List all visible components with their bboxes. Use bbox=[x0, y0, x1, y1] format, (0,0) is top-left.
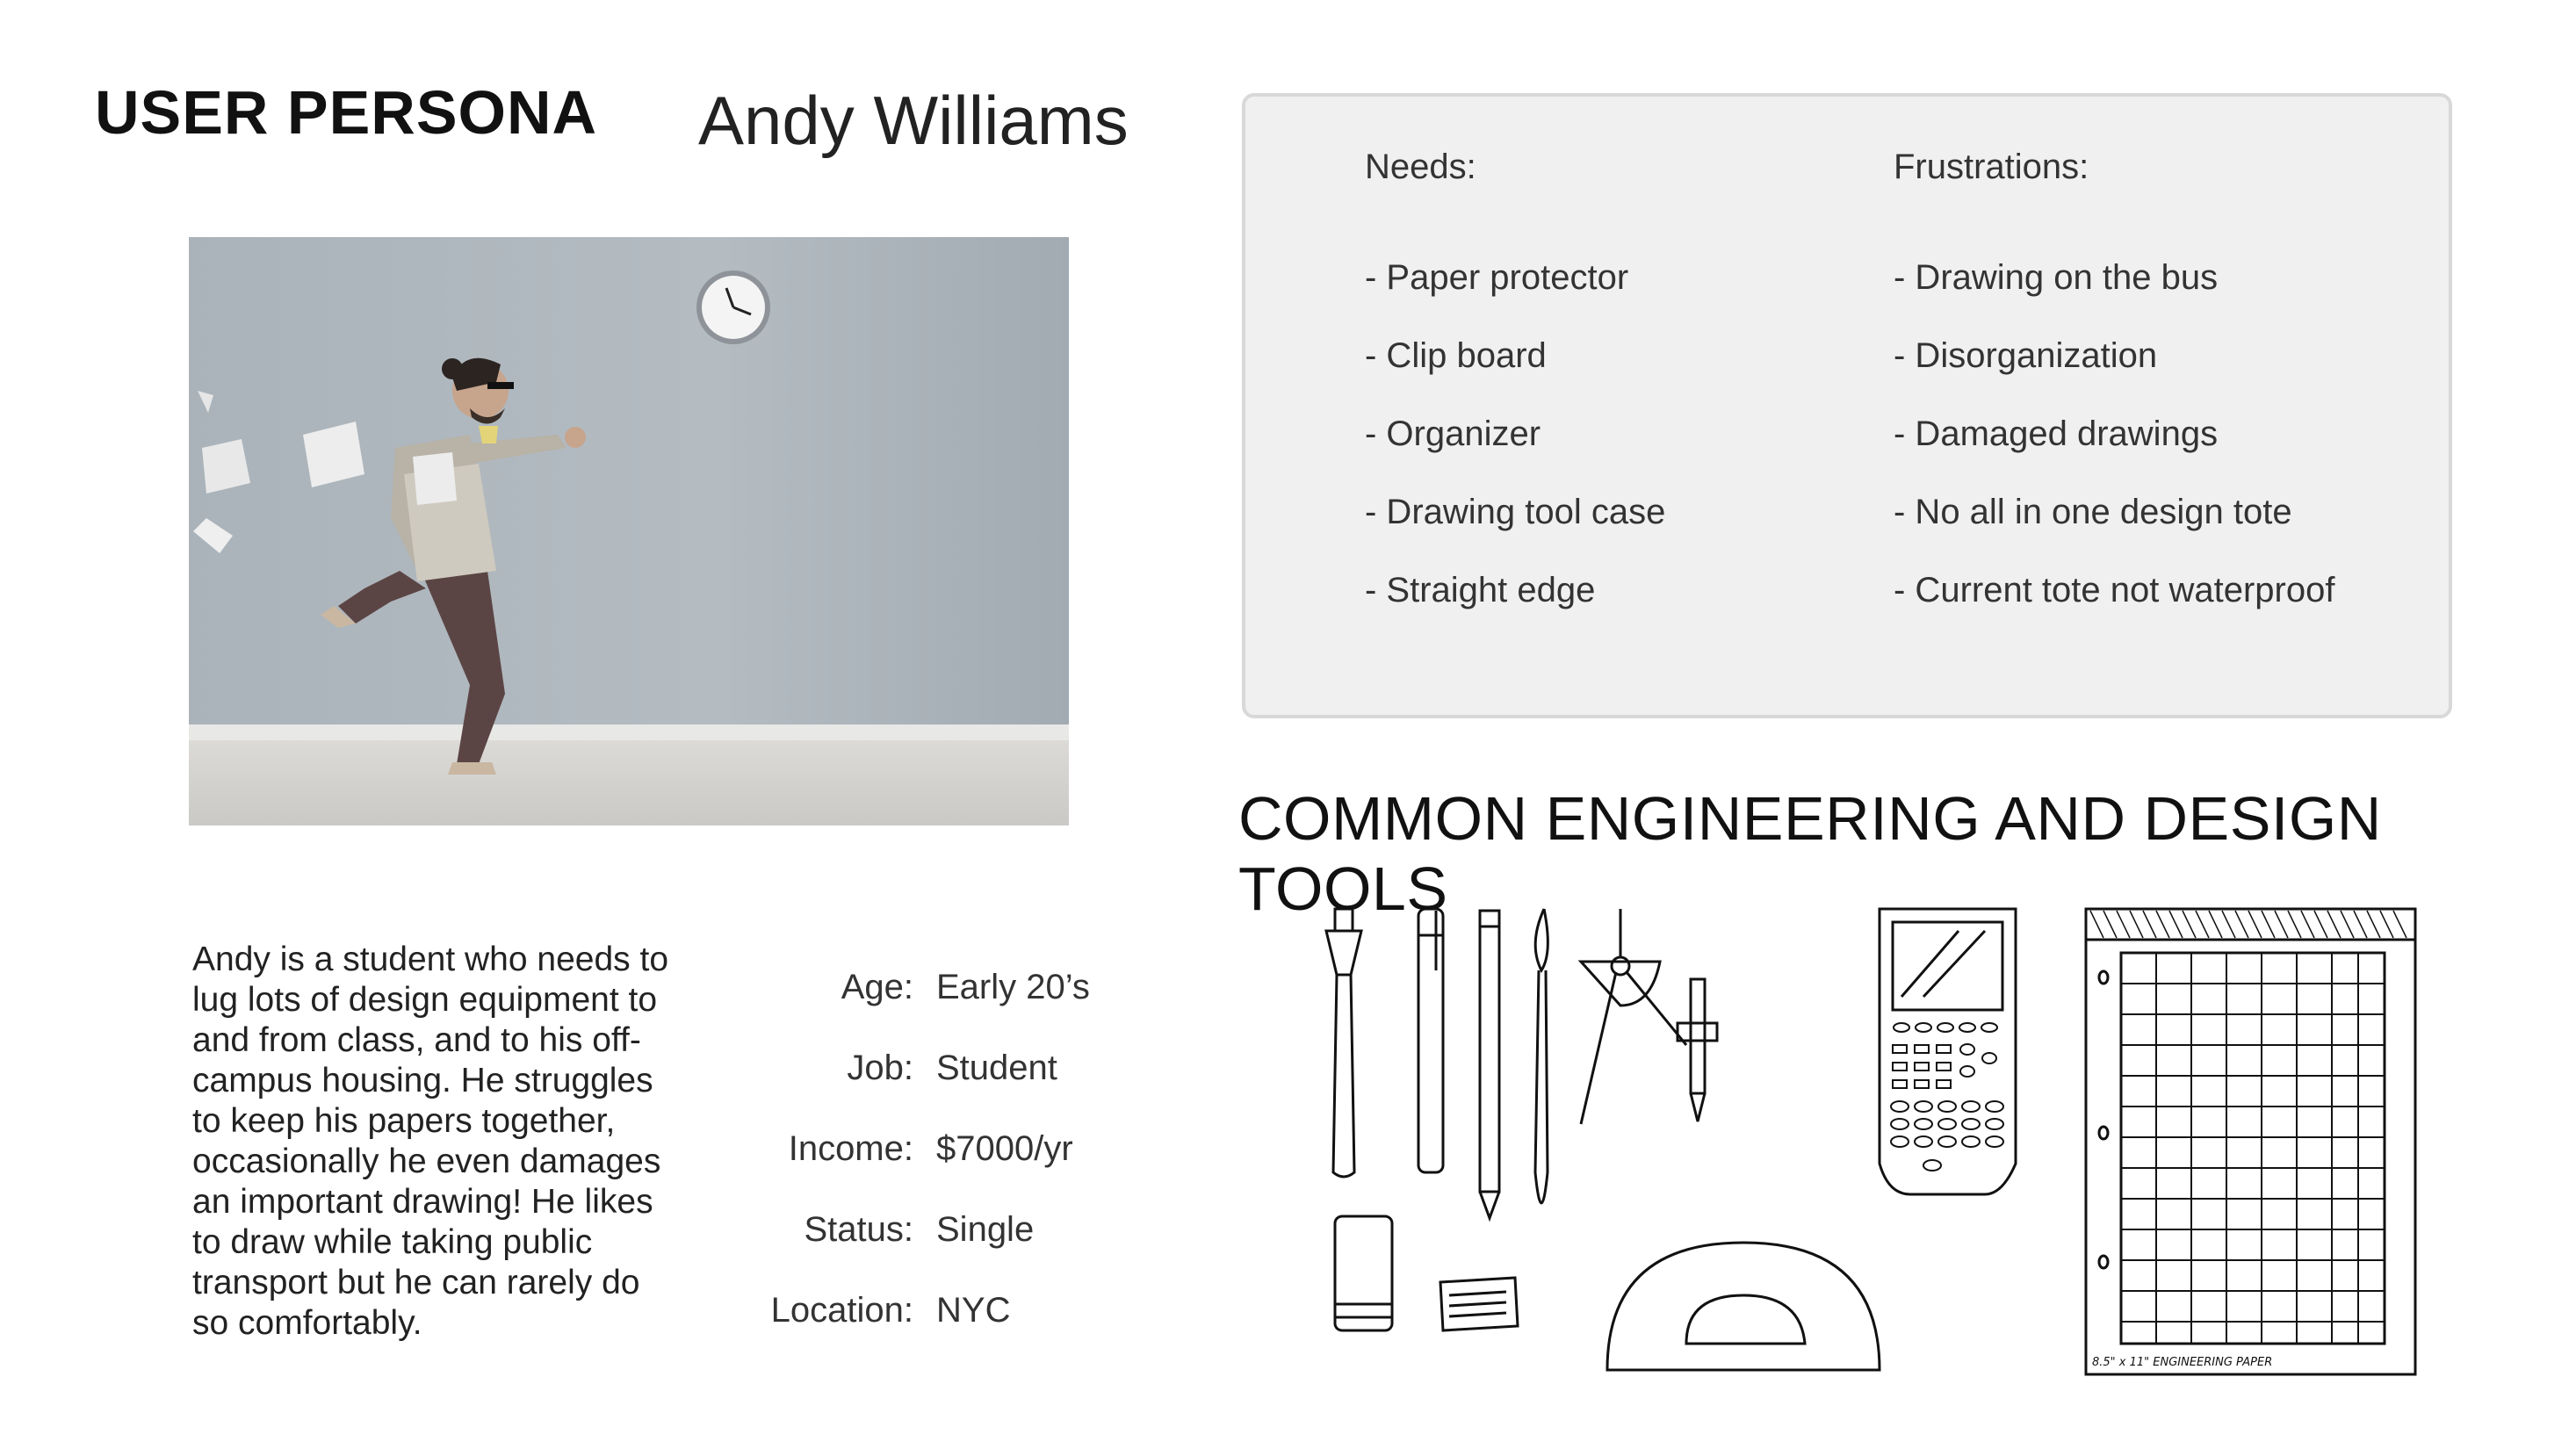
pen-icon bbox=[1417, 907, 1445, 1174]
list-item: - Disorganization bbox=[1894, 336, 2158, 375]
detail-job: Job: Student bbox=[747, 1027, 1142, 1108]
detail-label: Status: bbox=[804, 1209, 913, 1249]
pencil-icon bbox=[1478, 909, 1501, 1222]
protractor-icon bbox=[1605, 1241, 1881, 1372]
list-item: - Paper protector bbox=[1365, 258, 1629, 297]
detail-status: Status: Single bbox=[747, 1189, 1142, 1270]
sharpener-icon bbox=[1439, 1276, 1519, 1332]
list-item: - Organizer bbox=[1365, 415, 1541, 453]
list-item: - Drawing tool case bbox=[1365, 493, 1666, 531]
detail-location: Location: NYC bbox=[747, 1270, 1142, 1351]
compass-icon bbox=[1577, 909, 1719, 1125]
detail-label: Job: bbox=[847, 1048, 913, 1087]
detail-value: NYC bbox=[936, 1290, 1011, 1330]
persona-details: Age: Early 20’s Job: Student Income: $70… bbox=[747, 947, 1142, 1351]
detail-value: $7000/yr bbox=[936, 1128, 1073, 1168]
persona-photo bbox=[189, 237, 1069, 825]
detail-income: Income: $7000/yr bbox=[747, 1108, 1142, 1189]
paper-caption: 8.5" x 11" ENGINEERING PAPER bbox=[2092, 1356, 2272, 1369]
detail-label: Location: bbox=[770, 1290, 913, 1330]
marker-bottle-icon bbox=[1324, 907, 1363, 1179]
persona-bio: Andy is a student who needs to lug lots … bbox=[192, 941, 669, 1342]
frustrations-heading: Frustrations: bbox=[1894, 148, 2089, 186]
clock-icon bbox=[696, 270, 770, 344]
detail-label: Age: bbox=[841, 967, 913, 1006]
list-item: - No all in one design tote bbox=[1894, 493, 2292, 531]
tools-illustration: 8.5" x 11" ENGINEERING PAPER bbox=[1317, 891, 2424, 1383]
paintbrush-icon bbox=[1533, 908, 1549, 1205]
detail-value: Student bbox=[936, 1048, 1057, 1087]
needs-column: Needs: - Paper protector - Clip board - … bbox=[1365, 148, 1665, 649]
list-item: - Damaged drawings bbox=[1894, 415, 2219, 453]
frustrations-column: Frustrations: - Drawing on the bus - Dis… bbox=[1894, 148, 2334, 649]
page-title: USER PERSONA bbox=[95, 78, 598, 147]
detail-value: Early 20’s bbox=[936, 967, 1090, 1006]
detail-label: Income: bbox=[788, 1128, 913, 1168]
eraser-icon bbox=[1333, 1215, 1394, 1332]
needs-frustrations-panel: Needs: - Paper protector - Clip board - … bbox=[1242, 93, 2452, 718]
persona-name: Andy Williams bbox=[698, 82, 1129, 159]
detail-value: Single bbox=[936, 1209, 1035, 1249]
list-item: - Current tote not waterproof bbox=[1894, 571, 2335, 609]
calculator-icon bbox=[1878, 907, 2017, 1196]
list-item: - Drawing on the bus bbox=[1894, 258, 2219, 297]
needs-heading: Needs: bbox=[1365, 148, 1476, 186]
detail-age: Age: Early 20’s bbox=[747, 947, 1142, 1027]
list-item: - Clip board bbox=[1365, 336, 1547, 375]
engineering-paper-icon bbox=[2084, 907, 2417, 1376]
list-item: - Straight edge bbox=[1365, 571, 1596, 609]
